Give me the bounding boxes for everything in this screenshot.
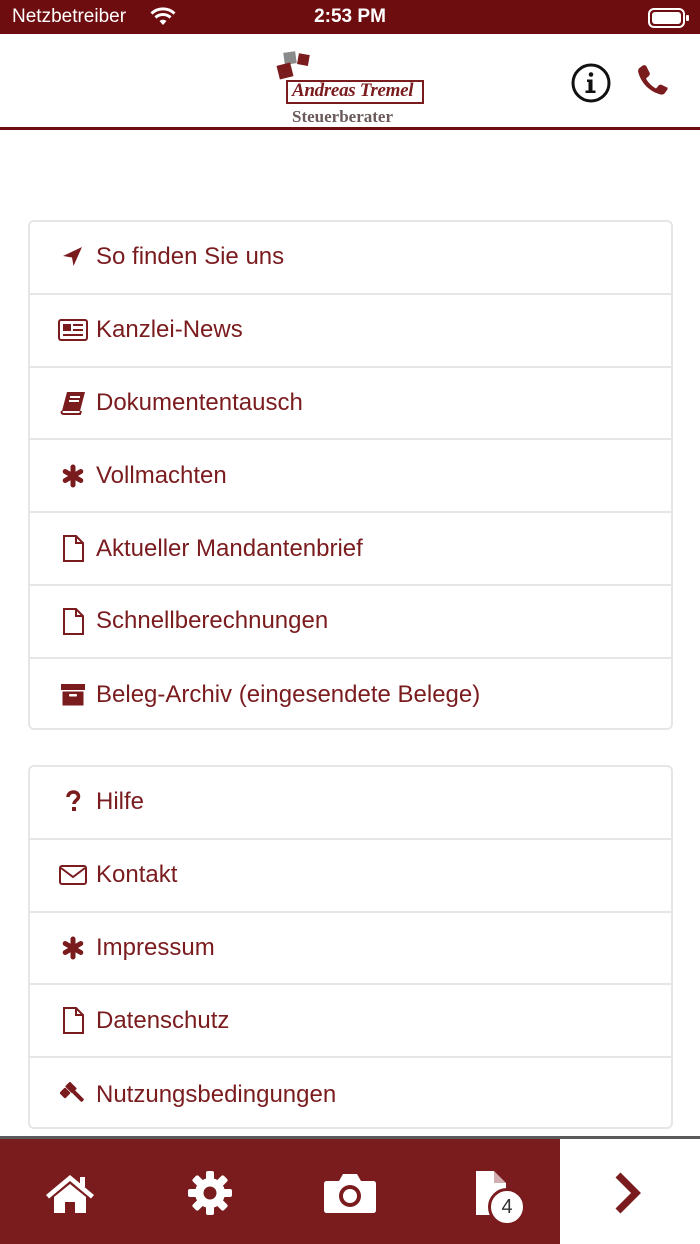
camera-icon[interactable]: [315, 1158, 385, 1228]
location-arrow-icon: [58, 243, 88, 271]
logo-subtitle: Steuerberater: [292, 107, 394, 126]
menu-item-so-finden-sie-uns[interactable]: So finden Sie uns: [30, 222, 671, 295]
envelope-icon: [58, 861, 88, 889]
chevron-right-icon[interactable]: [593, 1158, 663, 1228]
menu-item-dokumententausch[interactable]: Dokumententausch: [30, 368, 671, 441]
menu-item-label: Aktueller Mandantenbrief: [96, 534, 363, 562]
status-bar: Netzbetreiber 2:53 PM: [0, 0, 700, 34]
status-time: 2:53 PM: [314, 6, 386, 27]
menu-item-hilfe[interactable]: Hilfe: [30, 767, 671, 840]
menu-item-label: Dokumententausch: [96, 388, 303, 416]
phone-icon[interactable]: [634, 62, 676, 104]
file-icon: [58, 1007, 88, 1035]
menu-item-label: So finden Sie uns: [96, 243, 285, 271]
menu-group-primary: So finden Sie uns Kanzlei-News Dokumente…: [28, 220, 673, 730]
menu-item-datenschutz[interactable]: Datenschutz: [30, 985, 671, 1059]
menu-item-label: Hilfe: [96, 788, 145, 816]
menu-item-kanzlei-news[interactable]: Kanzlei-News: [30, 295, 671, 368]
asterisk-icon: [58, 462, 88, 490]
file-icon: [58, 607, 88, 635]
info-icon[interactable]: [570, 62, 612, 104]
menu-item-label: Kontakt: [96, 861, 178, 889]
menu-item-schnellberechnungen[interactable]: Schnellberechnungen: [30, 586, 671, 659]
gear-icon[interactable]: [175, 1158, 245, 1228]
file-icon: [58, 535, 88, 563]
menu-item-label: Kanzlei-News: [96, 316, 243, 344]
menu-item-label: Schnellberechnungen: [96, 607, 329, 635]
archive-icon: [58, 681, 88, 709]
app-header: Andreas Tremel Steuerberater: [0, 34, 700, 130]
menu-item-label: Impressum: [96, 933, 215, 961]
question-icon: [58, 788, 88, 816]
gavel-icon: [58, 1081, 88, 1109]
asterisk-icon: [58, 934, 88, 962]
menu-item-label: Vollmachten: [96, 461, 227, 489]
menu-item-impressum[interactable]: Impressum: [30, 913, 671, 986]
menu-item-label: Datenschutz: [96, 1006, 230, 1034]
menu-item-kontakt[interactable]: Kontakt: [30, 840, 671, 913]
documents-badge: 4: [488, 1188, 526, 1226]
menu-item-label: Nutzungsbedingungen: [96, 1080, 337, 1108]
menu-item-label: Beleg-Archiv (eingesendete Belege): [96, 681, 481, 709]
battery-icon: [648, 8, 690, 33]
home-icon[interactable]: [35, 1158, 105, 1228]
logo-name: Andreas Tremel: [292, 80, 414, 101]
menu-item-aktueller-mandantenbrief[interactable]: Aktueller Mandantenbrief: [30, 513, 671, 586]
menu-item-vollmachten[interactable]: Vollmachten: [30, 440, 671, 514]
book-icon: [58, 389, 88, 417]
menu-item-beleg-archiv[interactable]: Beleg-Archiv (eingesendete Belege): [30, 659, 671, 732]
logo: Andreas Tremel Steuerberater: [276, 50, 426, 126]
menu-item-nutzungsbedingungen[interactable]: Nutzungsbedingungen: [30, 1058, 671, 1131]
menu-group-secondary: Hilfe Kontakt Impressum Datenschutz Nutz…: [28, 765, 673, 1129]
newspaper-icon: [58, 316, 88, 344]
